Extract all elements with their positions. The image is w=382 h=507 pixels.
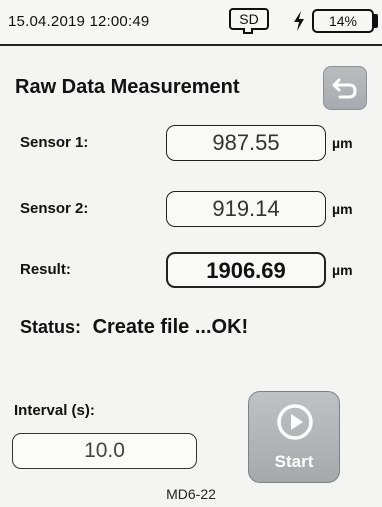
sensor-1-value: 987.55 (166, 125, 326, 161)
page-title: Raw Data Measurement (15, 76, 240, 98)
result-label: Result: (20, 261, 71, 278)
sensor-2-label: Sensor 2: (20, 200, 89, 217)
status-line: Status: Create file ...OK! (20, 316, 248, 339)
start-button[interactable]: Start (248, 391, 340, 483)
result-value: 1906.69 (166, 252, 326, 288)
battery-indicator: 14% (312, 9, 374, 33)
back-button[interactable] (323, 66, 367, 110)
sd-card-icon: SD (229, 8, 269, 34)
battery-cap (374, 14, 378, 28)
sensor-2-unit: µm (332, 201, 353, 217)
status-bar-divider (0, 44, 382, 46)
interval-label: Interval (s): (14, 402, 95, 419)
device-id: MD6-22 (166, 486, 216, 502)
datetime: 15.04.2019 12:00:49 (8, 13, 150, 30)
status-value: Create file ...OK! (92, 316, 249, 338)
back-arrow-icon (332, 78, 357, 99)
play-circle-icon (277, 404, 313, 440)
status-bar: 15.04.2019 12:00:49 SD 14% (0, 0, 382, 46)
status-label: Status: (20, 317, 82, 337)
interval-input[interactable]: 10.0 (12, 433, 197, 469)
start-label: Start (274, 452, 314, 471)
lightning-bolt-icon (294, 11, 304, 31)
result-unit: µm (332, 262, 353, 278)
sensor-1-label: Sensor 1: (20, 134, 89, 151)
sensor-2-value: 919.14 (166, 191, 326, 227)
sensor-1-unit: µm (332, 135, 353, 151)
